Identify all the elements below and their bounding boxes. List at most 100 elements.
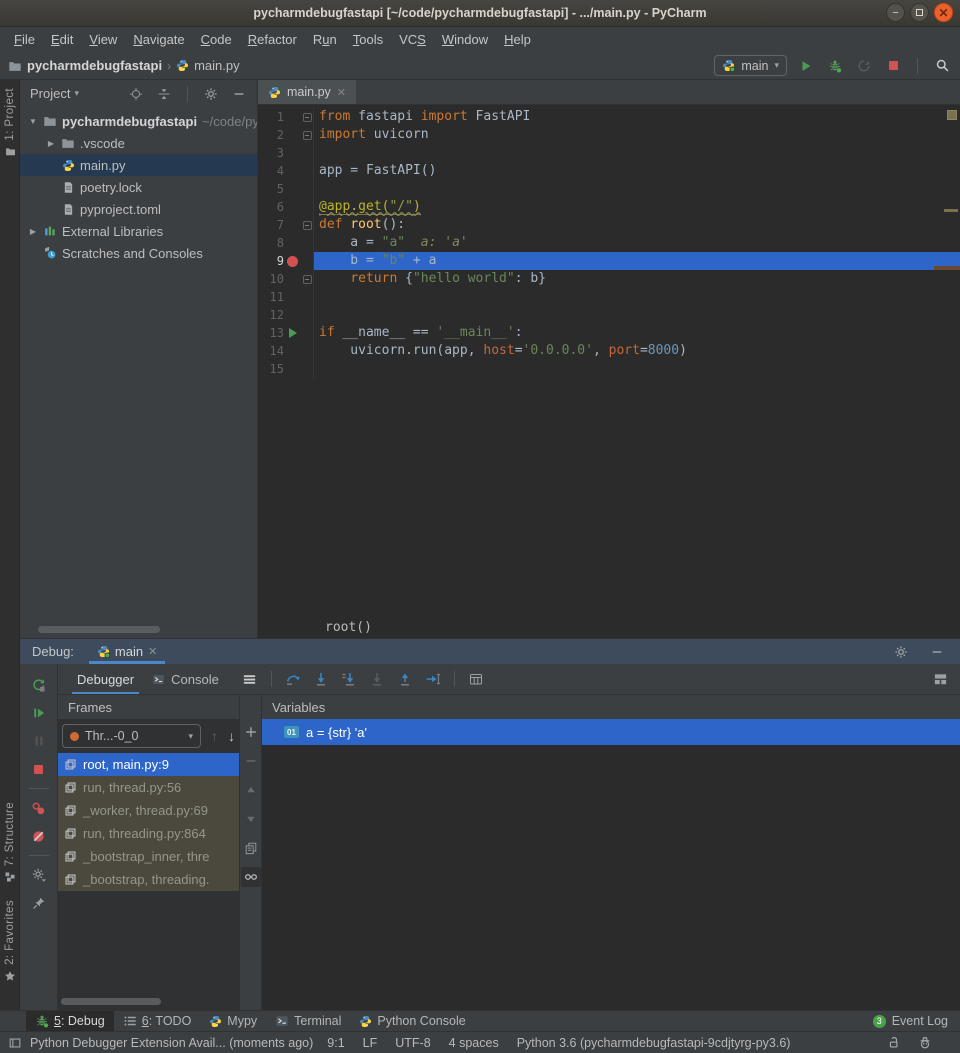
move-down-button[interactable] bbox=[241, 809, 261, 829]
code-line-9[interactable]: 9 b = "b" + a bbox=[258, 252, 960, 270]
hector-icon[interactable] bbox=[918, 1036, 932, 1050]
editor-breadcrumb[interactable]: root() bbox=[258, 617, 960, 638]
debug-button[interactable] bbox=[825, 56, 845, 76]
restore-layout-button[interactable] bbox=[930, 669, 950, 689]
code-line-4[interactable]: 4app = FastAPI() bbox=[258, 162, 960, 180]
tree-item-scratches-and-consoles[interactable]: Scratches and Consoles bbox=[20, 242, 257, 264]
step-into-my-code-button[interactable] bbox=[337, 667, 361, 691]
menu-window[interactable]: Window bbox=[434, 27, 496, 52]
hide-debug-window-button[interactable] bbox=[927, 642, 947, 662]
code-line-15[interactable]: 15 bbox=[258, 360, 960, 378]
mute-breakpoints-button[interactable] bbox=[25, 822, 53, 850]
frame-run-thread-py-56[interactable]: run, thread.py:56 bbox=[58, 776, 239, 799]
stripe-favorites[interactable]: 2: Favorites bbox=[0, 900, 20, 982]
code-line-2[interactable]: 2−import uvicorn bbox=[258, 126, 960, 144]
code-line-11[interactable]: 11 bbox=[258, 288, 960, 306]
code-line-5[interactable]: 5 bbox=[258, 180, 960, 198]
frame-bootstrap-inner-thre[interactable]: _bootstrap_inner, thre bbox=[58, 845, 239, 868]
debug-settings-button[interactable] bbox=[25, 861, 53, 889]
menu-file[interactable]: File bbox=[6, 27, 43, 52]
run-button[interactable] bbox=[796, 56, 816, 76]
menu-help[interactable]: Help bbox=[496, 27, 539, 52]
frame-bootstrap-threading[interactable]: _bootstrap, threading. bbox=[58, 868, 239, 891]
thread-select[interactable]: Thr...-0_0 ▾ bbox=[62, 724, 201, 748]
status-message[interactable]: Python Debugger Extension Avail... (mome… bbox=[30, 1036, 313, 1050]
inspection-indicator[interactable] bbox=[947, 110, 957, 120]
settings-button[interactable] bbox=[201, 84, 221, 104]
menu-vcs[interactable]: VCS bbox=[391, 27, 434, 52]
tree-item-external-libraries[interactable]: ▶External Libraries bbox=[20, 220, 257, 242]
fold-marker[interactable]: − bbox=[301, 126, 313, 144]
previous-frame-button[interactable]: ↑ bbox=[211, 728, 218, 744]
fold-marker[interactable]: − bbox=[301, 108, 313, 126]
view-breakpoints-button[interactable] bbox=[25, 794, 53, 822]
stop-button[interactable] bbox=[25, 755, 53, 783]
run-gutter-icon[interactable] bbox=[284, 324, 301, 342]
stripe-structure[interactable]: 7: Structure bbox=[0, 802, 20, 883]
step-over-button[interactable] bbox=[281, 667, 305, 691]
tree-item-pycharmdebugfastapi[interactable]: ▼pycharmdebugfastapi~/code/pychar bbox=[20, 110, 257, 132]
frame-root-main-py-9[interactable]: root, main.py:9 bbox=[58, 753, 239, 776]
tree-item-poetry-lock[interactable]: poetry.lock bbox=[20, 176, 257, 198]
locate-button[interactable] bbox=[126, 84, 146, 104]
horizontal-scrollbar[interactable] bbox=[61, 998, 161, 1005]
evaluate-expression-button[interactable] bbox=[464, 667, 488, 691]
rerun-button[interactable] bbox=[25, 671, 53, 699]
force-step-into-button[interactable] bbox=[365, 667, 389, 691]
step-out-button[interactable] bbox=[393, 667, 417, 691]
chevron-right-icon[interactable]: ▶ bbox=[25, 227, 41, 236]
move-up-button[interactable] bbox=[241, 780, 261, 800]
close-icon[interactable]: ✕ bbox=[934, 3, 953, 22]
pause-button[interactable] bbox=[25, 727, 53, 755]
collapse-all-button[interactable] bbox=[154, 84, 174, 104]
show-watches-button[interactable] bbox=[241, 867, 261, 887]
line-ending[interactable]: LF bbox=[363, 1036, 378, 1050]
menu-tools[interactable]: Tools bbox=[345, 27, 391, 52]
code-line-13[interactable]: 13if __name__ == '__main__': bbox=[258, 324, 960, 342]
code-line-6[interactable]: 6@app.get("/") bbox=[258, 198, 960, 216]
toolwindow-tab-terminal[interactable]: Terminal bbox=[266, 1011, 350, 1031]
remove-button[interactable] bbox=[241, 751, 261, 771]
menu-view[interactable]: View bbox=[81, 27, 125, 52]
resume-button[interactable] bbox=[25, 699, 53, 727]
menu-edit[interactable]: Edit bbox=[43, 27, 81, 52]
breadcrumb-file[interactable]: main.py bbox=[194, 58, 240, 73]
menu-refactor[interactable]: Refactor bbox=[240, 27, 305, 52]
code-line-14[interactable]: 14 uvicorn.run(app, host='0.0.0.0', port… bbox=[258, 342, 960, 360]
debug-header-settings-button[interactable] bbox=[891, 642, 911, 662]
code-line-12[interactable]: 12 bbox=[258, 306, 960, 324]
stop-button[interactable] bbox=[883, 56, 903, 76]
maximize-icon[interactable] bbox=[910, 3, 929, 22]
toolwindow-tab-python-console[interactable]: Python Console bbox=[350, 1011, 474, 1031]
breakpoint-stripe-mark[interactable] bbox=[934, 266, 960, 270]
menu-run[interactable]: Run bbox=[305, 27, 345, 52]
warning-stripe-mark[interactable] bbox=[944, 209, 958, 212]
editor-tab-main-py[interactable]: main.py ✕ bbox=[258, 80, 356, 104]
breadcrumb-project[interactable]: pycharmdebugfastapi bbox=[27, 58, 162, 73]
debug-session-tab[interactable]: main ✕ bbox=[88, 639, 166, 664]
chevron-right-icon[interactable]: ▶ bbox=[43, 139, 59, 148]
add-button[interactable] bbox=[241, 722, 261, 742]
caret-position[interactable]: 9:1 bbox=[327, 1036, 344, 1050]
close-tab-icon[interactable]: ✕ bbox=[337, 86, 346, 99]
minimize-icon[interactable]: − bbox=[886, 3, 905, 22]
coverage-button[interactable] bbox=[854, 56, 874, 76]
duplicate-button[interactable] bbox=[241, 838, 261, 858]
toolwindow-icon[interactable] bbox=[8, 1036, 22, 1050]
horizontal-scrollbar[interactable] bbox=[38, 626, 160, 633]
run-to-cursor-button[interactable] bbox=[421, 667, 445, 691]
step-into-button[interactable] bbox=[309, 667, 333, 691]
chevron-down-icon[interactable]: ▼ bbox=[25, 117, 41, 126]
toolwindow-tab-6-todo[interactable]: 6: TODO bbox=[114, 1011, 201, 1031]
stripe-project[interactable]: 1: Project bbox=[0, 88, 20, 157]
search-everywhere-button[interactable] bbox=[932, 56, 952, 76]
code-area[interactable]: 1−from fastapi import FastAPI2−import uv… bbox=[258, 105, 960, 638]
tree-item-main-py[interactable]: main.py bbox=[20, 154, 257, 176]
menu-navigate[interactable]: Navigate bbox=[125, 27, 192, 52]
code-line-10[interactable]: 10− return {"hello world": b} bbox=[258, 270, 960, 288]
event-log-button[interactable]: 3 Event Log bbox=[873, 1014, 948, 1028]
menu-code[interactable]: Code bbox=[193, 27, 240, 52]
next-frame-button[interactable]: ↓ bbox=[228, 728, 235, 744]
code-line-7[interactable]: 7−def root(): bbox=[258, 216, 960, 234]
fold-marker[interactable]: − bbox=[301, 270, 313, 288]
